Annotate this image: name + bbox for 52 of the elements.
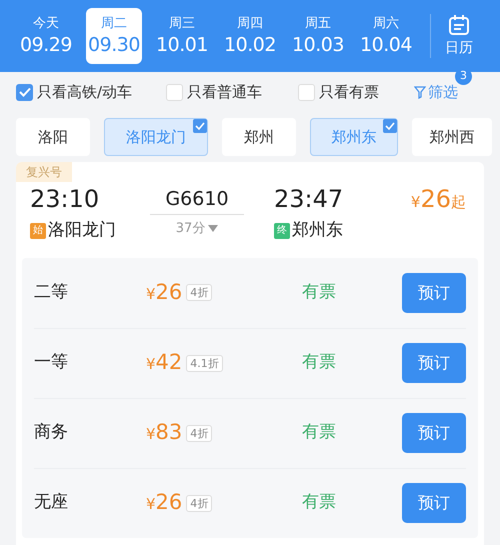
book-button[interactable]: 预订 — [402, 483, 466, 523]
discount-tag: 4.1折 — [186, 354, 223, 372]
station-chip[interactable]: 郑州 — [222, 118, 296, 156]
seat-price: ¥83 — [146, 419, 182, 446]
seat-price: ¥26 — [146, 489, 182, 516]
book-button[interactable]: 预订 — [402, 343, 466, 383]
caret-icon — [208, 225, 218, 232]
filter-checkbox[interactable]: 只看有票 — [298, 80, 414, 104]
origin-badge: 始 — [30, 222, 46, 239]
filter-checkbox[interactable]: 只看普通车 — [166, 80, 298, 104]
date-tab[interactable]: 周四 10.02 — [222, 8, 278, 64]
destination-station: 郑州东 — [292, 219, 343, 242]
destination-badge: 终 — [274, 222, 290, 239]
date-tab[interactable]: 今天 09.29 — [18, 8, 74, 64]
book-button[interactable]: 预订 — [402, 413, 466, 453]
filter-icon — [414, 86, 426, 98]
book-button[interactable]: 预订 — [402, 272, 466, 312]
station-chip[interactable]: 郑州西 — [412, 118, 492, 156]
discount-tag: 4折 — [186, 494, 212, 512]
date-tab[interactable]: 周三 10.01 — [154, 8, 210, 64]
availability-status: 有票 — [302, 351, 336, 374]
seat-class: 商务 — [34, 421, 69, 444]
seat-class: 二等 — [34, 280, 69, 304]
duration-toggle[interactable]: 37分 — [176, 219, 218, 238]
check-icon — [193, 119, 207, 133]
station-chip[interactable]: 郑州东 — [310, 118, 398, 156]
train-type-tag: 复兴号 — [16, 162, 72, 182]
date-tab[interactable]: 周六 10.04 — [358, 8, 414, 64]
filter-button[interactable]: 筛选 — [414, 80, 458, 104]
filter-checkbox[interactable]: 只看高铁/动车 — [16, 80, 166, 104]
seat-price: ¥42 — [146, 349, 182, 376]
origin-station: 洛阳龙门 — [48, 219, 116, 242]
seat-class: 无座 — [34, 491, 69, 514]
departure-time: 23:10 — [30, 184, 100, 214]
arrival-time: 23:47 — [274, 184, 344, 214]
availability-status: 有票 — [302, 421, 336, 444]
check-icon — [383, 119, 397, 133]
seat-price: ¥26 — [146, 278, 182, 306]
date-tab[interactable]: 周二 09.30 — [86, 8, 142, 64]
train-number: G6610 — [165, 187, 229, 212]
lowest-price: ¥26起 — [410, 184, 466, 215]
calendar-icon — [448, 14, 470, 36]
station-chip[interactable]: 洛阳龙门 — [104, 118, 208, 156]
availability-status: 有票 — [302, 491, 336, 514]
discount-tag: 4折 — [186, 424, 212, 442]
calendar-button[interactable]: 日历 — [445, 14, 473, 58]
availability-status: 有票 — [302, 280, 336, 304]
seat-class: 一等 — [34, 351, 69, 374]
station-chip[interactable]: 洛阳 — [16, 118, 90, 156]
date-tab[interactable]: 周五 10.03 — [290, 8, 346, 64]
check-icon — [18, 87, 30, 97]
discount-tag: 4折 — [186, 284, 212, 301]
